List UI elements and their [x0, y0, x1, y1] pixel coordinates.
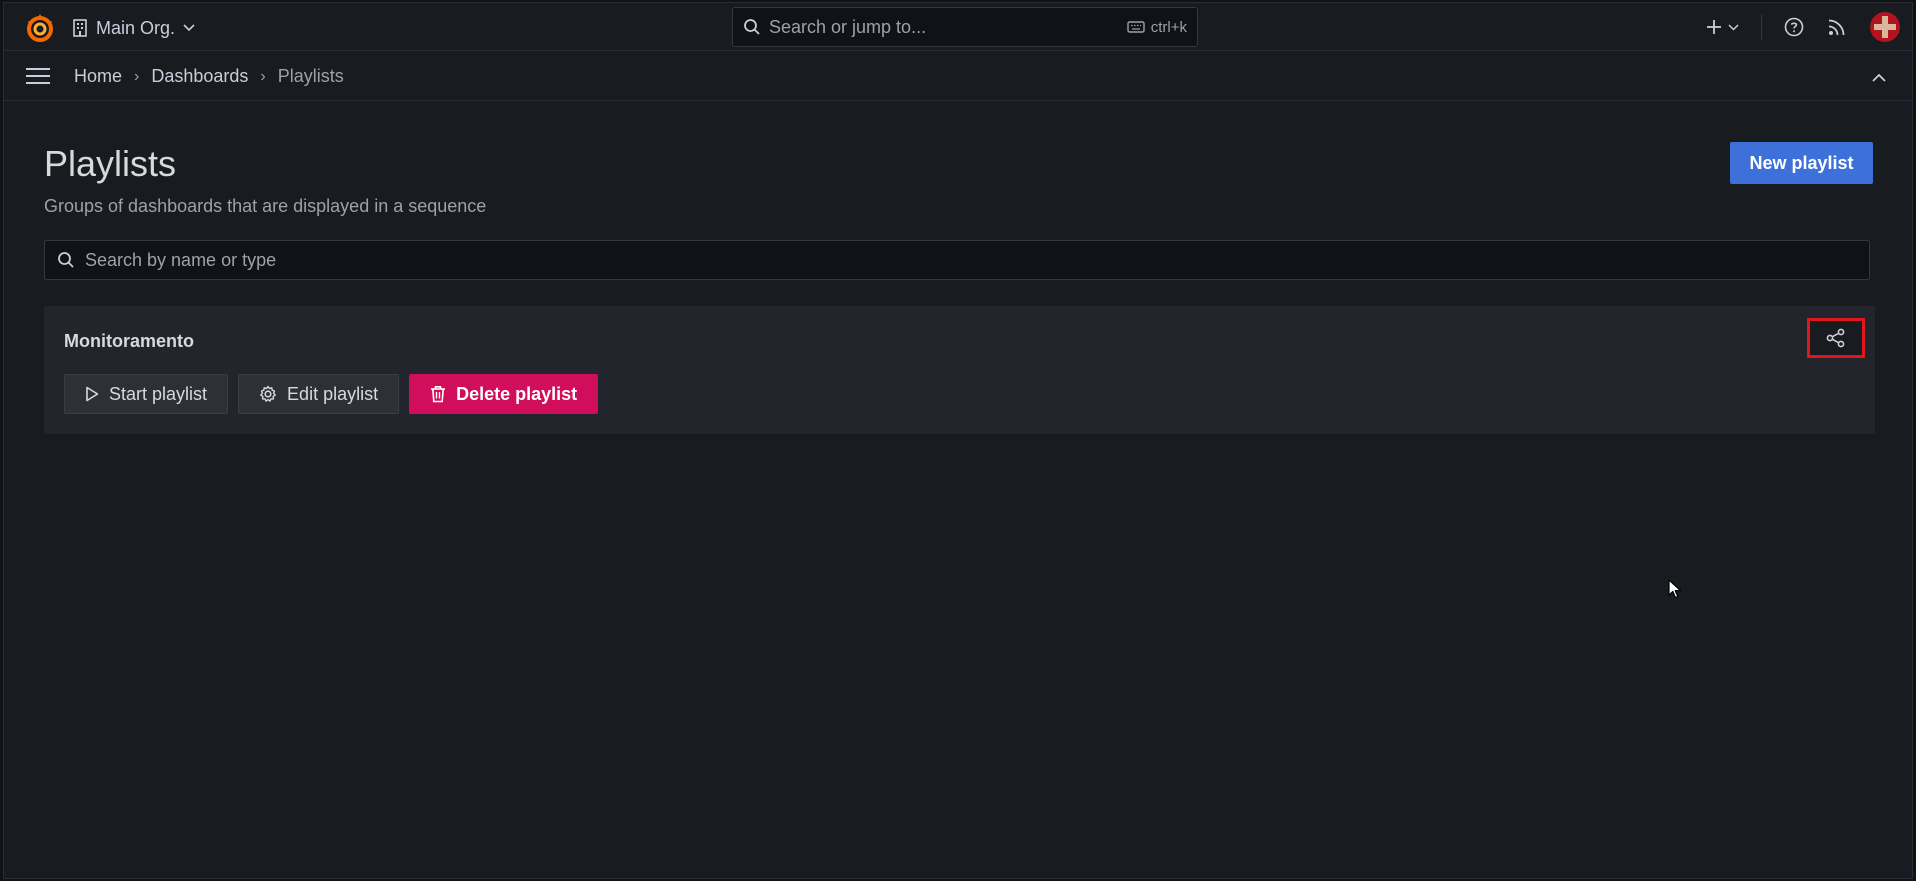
rss-icon: [1828, 19, 1845, 36]
search-icon: [744, 19, 760, 35]
global-search-placeholder: Search or jump to...: [769, 16, 927, 37]
page-subtitle: Groups of dashboards that are displayed …: [44, 196, 487, 216]
breadcrumb-separator: ›: [260, 67, 266, 85]
chevron-up-icon: [1872, 73, 1886, 82]
delete-playlist-label: Delete playlist: [456, 383, 578, 404]
breadcrumb: Home › Dashboards › Playlists: [74, 66, 344, 87]
divider: [1761, 14, 1762, 40]
playlist-search: [44, 240, 1870, 280]
page-title: Playlists: [44, 143, 177, 184]
delete-playlist-button[interactable]: Delete playlist: [409, 374, 599, 414]
menu-toggle-button[interactable]: [26, 67, 50, 90]
search-shortcut-text: ctrl+k: [1150, 18, 1187, 36]
breadcrumb-dashboards[interactable]: Dashboards: [151, 66, 248, 87]
search-shortcut: ctrl+k: [1127, 19, 1187, 36]
start-playlist-button[interactable]: Start playlist: [64, 374, 229, 414]
org-switcher[interactable]: Main Org.: [72, 15, 195, 41]
playlist-card: Monitoramento Start playlist Edit playli…: [44, 306, 1875, 434]
breadcrumb-home[interactable]: Home: [74, 66, 122, 87]
mouse-cursor-icon: [1668, 579, 1682, 599]
top-actions: [1706, 3, 1912, 51]
help-icon: [1784, 17, 1804, 37]
help-button[interactable]: [1784, 17, 1804, 37]
org-name: Main Org.: [96, 17, 176, 38]
edit-playlist-button[interactable]: Edit playlist: [238, 374, 400, 414]
new-playlist-button[interactable]: New playlist: [1730, 142, 1873, 184]
top-bar: Main Org. Search or jump to... ctrl+k: [4, 3, 1912, 51]
collapse-button[interactable]: [1872, 69, 1886, 87]
play-icon: [86, 386, 99, 402]
global-search[interactable]: Search or jump to... ctrl+k: [732, 7, 1198, 47]
keyboard-icon: [1127, 21, 1145, 33]
avatar[interactable]: [1870, 12, 1900, 42]
grafana-logo[interactable]: [24, 12, 56, 44]
breadcrumb-bar: Home › Dashboards › Playlists: [4, 51, 1912, 101]
playlist-name: Monitoramento: [64, 331, 194, 351]
edit-playlist-label: Edit playlist: [287, 383, 379, 404]
start-playlist-label: Start playlist: [109, 383, 208, 404]
search-icon: [57, 251, 75, 269]
add-menu-button[interactable]: [1706, 19, 1739, 35]
share-icon: [1826, 328, 1845, 348]
chevron-down-icon: [1728, 23, 1739, 31]
chevron-down-icon: [183, 24, 195, 32]
breadcrumb-separator: ›: [134, 67, 140, 85]
app-window: Main Org. Search or jump to... ctrl+k Ho…: [3, 2, 1913, 879]
plus-icon: [1707, 20, 1721, 34]
share-playlist-button[interactable]: [1807, 318, 1865, 358]
playlist-search-input[interactable]: [83, 248, 1869, 272]
hamburger-icon: [26, 68, 50, 84]
gear-icon: [260, 385, 276, 402]
trash-icon: [431, 386, 446, 403]
building-icon: [73, 19, 87, 37]
breadcrumb-current: Playlists: [277, 66, 344, 86]
playlist-actions: Start playlist Edit playlist Delete play…: [64, 374, 599, 414]
news-button[interactable]: [1828, 18, 1846, 36]
